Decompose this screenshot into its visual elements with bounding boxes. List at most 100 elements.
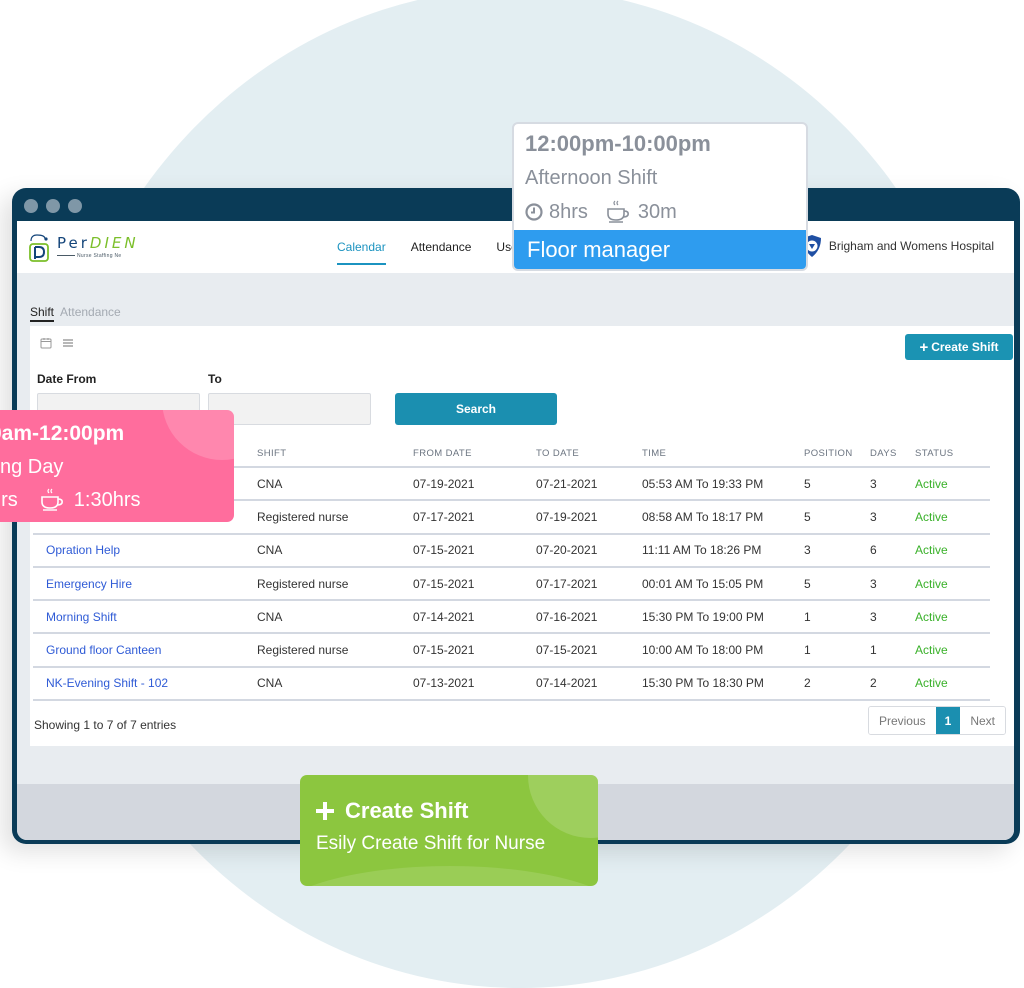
cell-from-date: 07-15-2021 [400,566,523,602]
cell-status: Active [902,633,990,668]
brand-tagline: Nurse Staffing Ne [57,253,121,259]
cell-name[interactable]: Opration Help [33,533,244,568]
window-dot-maximize[interactable] [68,199,82,213]
cell-time: 15:30 PM To 19:00 PM [629,600,791,635]
table-row[interactable]: Ground floor Canteen Registered nurse 07-1… [33,633,990,668]
hospital-selector[interactable]: Brigham and Womens Hospital [801,234,994,258]
break-duration: 1:30hrs [73,488,141,511]
card-decoration [162,410,234,460]
cell-to-date: 07-19-2021 [523,500,629,535]
col-days[interactable]: DAYS [857,441,902,468]
app-viewport: PerDIEN Nurse Staffing Ne Calendar Atten… [17,221,1014,840]
cell-status: Active [902,500,990,535]
col-time[interactable]: TIME [629,441,791,468]
cell-shift: CNA [244,467,400,502]
cell-days: 1 [857,633,902,668]
entries-summary: Showing 1 to 7 of 7 entries [34,718,177,732]
brand-logo[interactable]: PerDIEN Nurse Staffing Ne [27,233,147,263]
cell-time: 08:58 AM To 18:17 PM [629,500,791,535]
window-dot-minimize[interactable] [46,199,60,213]
shift-role: Floor manager [514,230,806,269]
cell-time: 11:11 AM To 18:26 PM [629,533,791,568]
cell-name[interactable]: Morning Shift [33,600,244,635]
cell-position: 1 [791,633,857,668]
search-button[interactable]: Search [395,393,557,425]
shift-time-range: 12:00pm-10:00pm [525,131,711,156]
cell-from-date: 07-15-2021 [400,533,523,568]
cell-from-date: 07-19-2021 [400,467,523,502]
cell-time: 10:00 AM To 18:00 PM [629,633,791,668]
cell-shift: CNA [244,600,400,635]
col-shift[interactable]: SHIFT [244,441,400,468]
clock-icon [525,203,543,221]
cell-shift: CNA [244,533,400,568]
col-to-date[interactable]: TO DATE [523,441,629,468]
afternoon-shift-card[interactable]: 12:00pm-10:00pm Afternoon Shift 8hrs 30m… [512,122,808,271]
cell-position: 1 [791,600,857,635]
nav-calendar[interactable]: Calendar [337,221,386,273]
col-position[interactable]: POSITION [791,441,857,468]
cell-days: 2 [857,666,902,702]
tab-attendance[interactable]: Attendance [60,305,121,322]
date-to-label: To [208,372,222,386]
cell-days: 3 [857,566,902,602]
cell-time: 15:30 PM To 18:30 PM [629,666,791,702]
tab-shift[interactable]: Shift [30,305,55,322]
cell-name[interactable]: Ground floor Canteen [33,633,244,668]
cell-status: Active [902,666,990,702]
stage: PerDIEN Nurse Staffing Ne Calendar Atten… [0,0,1024,988]
shift-name: Afternoon Shift [525,167,658,189]
cell-shift: CNA [244,666,400,702]
promo-subtitle: Esily Create Shift for Nurse [316,833,546,854]
col-from-date[interactable]: FROM DATE [400,441,523,468]
cell-time: 00:01 AM To 15:05 PM [629,566,791,602]
cell-to-date: 07-15-2021 [523,633,629,668]
cell-name[interactable]: Emergency Hire [33,566,244,602]
nav-attendance[interactable]: Attendance [411,221,472,273]
table-row[interactable]: Emergency Hire Registered nurse 07-15-2021… [33,566,990,602]
table-row[interactable]: Opration Help CNA 07-15-2021 07-20-2021 11:1… [33,533,990,568]
cell-to-date: 07-20-2021 [523,533,629,568]
pagination-next[interactable]: Next [960,707,1005,734]
calendar-icon[interactable] [40,337,52,349]
cell-days: 3 [857,600,902,635]
cell-name[interactable]: NK-Evening Shift - 102 [33,666,244,702]
cell-days: 3 [857,500,902,535]
shift-list-card: + Create Shift Date From To Search SHIFT… [30,326,1014,746]
cell-days: 3 [857,467,902,502]
cell-status: Active [902,600,990,635]
training-day-shift-card[interactable]: 0am-12:00pm ting Day hrs 1:30hrs [0,410,234,522]
cell-status: Active [902,566,990,602]
col-status[interactable]: STATUS [902,441,990,468]
cell-to-date: 07-21-2021 [523,467,629,502]
cell-days: 6 [857,533,902,568]
cell-to-date: 07-14-2021 [523,666,629,702]
pagination: Previous 1 Next [867,706,1006,735]
promo-title-text: Create Shift [345,798,469,823]
date-from-label: Date From [37,372,97,386]
break-duration: 30m [637,200,677,223]
pagination-previous[interactable]: Previous [868,707,936,734]
cell-shift: Registered nurse [244,633,400,668]
cell-position: 5 [791,566,857,602]
promo-title: Create Shift [315,798,468,824]
cell-shift: Registered nurse [244,566,400,602]
window-controls [24,199,82,213]
cell-from-date: 07-14-2021 [400,600,523,635]
cell-position: 2 [791,666,857,702]
shift-name: ting Day [0,456,64,478]
card-decoration-wave [300,866,598,886]
cell-from-date: 07-13-2021 [400,666,523,702]
table-row[interactable]: Morning Shift CNA 07-14-2021 07-16-2021 15:3… [33,600,990,635]
main-nav: Calendar Attendance Use [337,221,518,273]
create-shift-promo-card[interactable]: Create Shift Esily Create Shift for Nurs… [300,775,598,886]
table-row[interactable]: NK-Evening Shift - 102 CNA 07-13-2021 07-14… [33,666,990,702]
cell-time: 05:53 AM To 19:33 PM [629,467,791,502]
create-shift-button[interactable]: + Create Shift [905,334,1013,360]
pagination-page-1[interactable]: 1 [935,707,961,734]
cell-position: 5 [791,467,857,502]
cell-status: Active [902,533,990,568]
list-icon[interactable] [62,337,74,349]
window-dot-close[interactable] [24,199,38,213]
plus-icon [316,802,334,820]
